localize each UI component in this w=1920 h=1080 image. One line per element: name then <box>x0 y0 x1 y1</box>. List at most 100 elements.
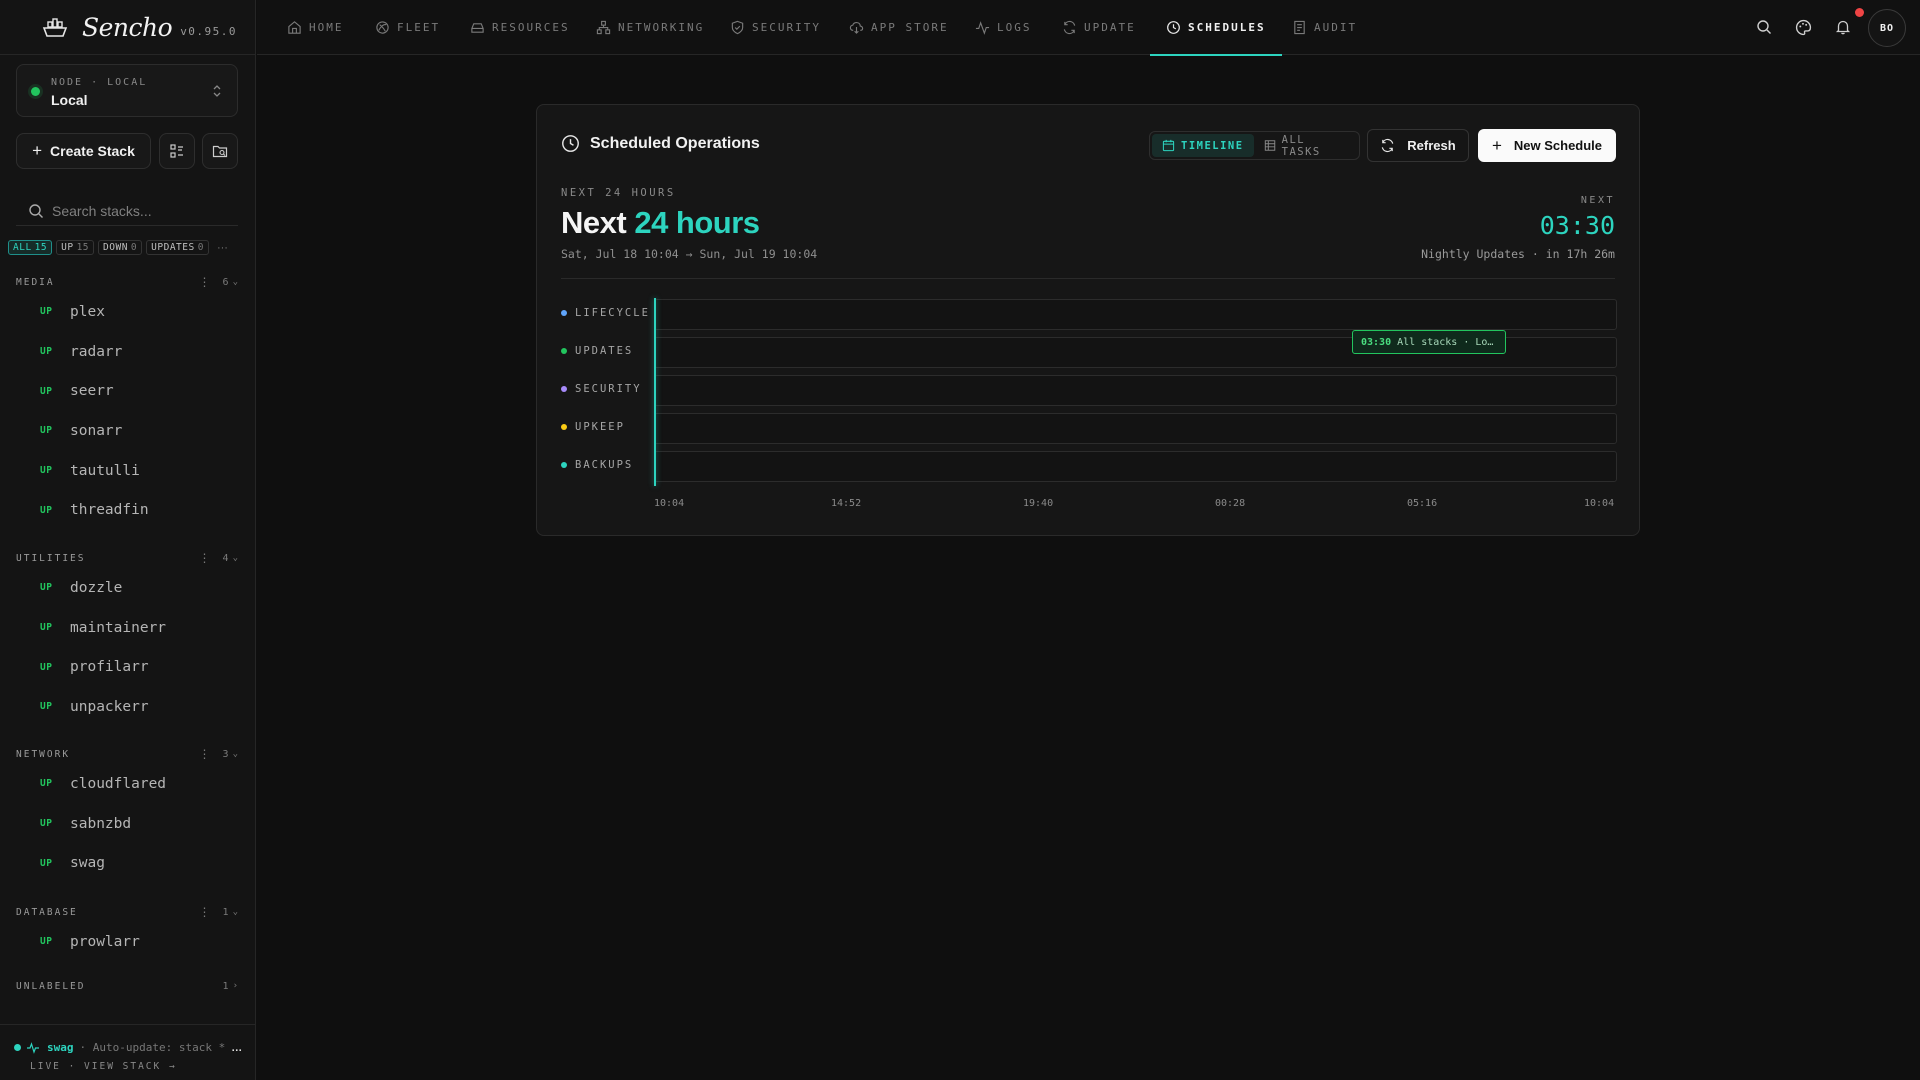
group-count: 6 <box>222 276 229 288</box>
refresh-icon <box>1382 138 1394 153</box>
group-database: DATABASE ⋮ 1 ⌄ UP prowlarr <box>0 902 256 962</box>
global-search-button[interactable] <box>1754 17 1774 37</box>
lane-dot <box>561 310 567 316</box>
bulk-view-button[interactable] <box>159 133 195 169</box>
group-header[interactable]: MEDIA ⋮ 6 ⌄ <box>0 272 256 292</box>
theme-button[interactable] <box>1793 17 1813 37</box>
new-schedule-button[interactable]: + New Schedule <box>1478 129 1616 162</box>
app-version: v0.95.0 <box>180 24 238 38</box>
nav-app-store[interactable]: APP STORE <box>849 0 949 55</box>
nav-audit[interactable]: AUDIT <box>1292 0 1357 55</box>
filter-count: 0 <box>197 242 204 253</box>
timeline-tab[interactable]: TIMELINE <box>1152 134 1254 157</box>
stack-name: sabnzbd <box>70 815 132 832</box>
filter-up[interactable]: UP 15 <box>56 240 95 255</box>
logo-icon <box>40 15 70 39</box>
refresh-button[interactable]: Refresh <box>1367 129 1469 162</box>
create-stack-label: Create Stack <box>50 143 135 159</box>
stack-item[interactable]: UP tautulli <box>0 451 256 491</box>
node-selector[interactable]: NODE · LOCAL Local <box>16 64 238 117</box>
lane-security[interactable] <box>654 375 1617 406</box>
lane-upkeep[interactable] <box>654 413 1617 444</box>
filter-all[interactable]: ALL 15 <box>8 240 53 255</box>
nav-home[interactable]: HOME <box>287 0 344 55</box>
headline-accent: 24 hours <box>634 205 760 240</box>
nav-logs[interactable]: LOGS <box>975 0 1032 55</box>
new-schedule-label: New Schedule <box>1513 138 1603 153</box>
chevron-down-icon[interactable]: ⌄ <box>233 749 240 759</box>
nav-update[interactable]: UPDATE <box>1062 0 1136 55</box>
filter-updates[interactable]: UPDATES 0 <box>146 240 209 255</box>
nav-schedules[interactable]: SCHEDULES <box>1150 0 1282 56</box>
stack-name: threadfin <box>70 502 149 519</box>
create-stack-button[interactable]: + Create Stack <box>16 133 151 169</box>
palette-icon <box>1795 19 1811 35</box>
kebab-icon[interactable]: ⋮ <box>199 275 213 289</box>
group-name: MEDIA <box>16 276 55 288</box>
nav-networking[interactable]: NETWORKING <box>596 0 704 55</box>
nav-label: SCHEDULES <box>1188 21 1266 34</box>
stack-status: UP <box>40 622 53 634</box>
stack-status: UP <box>40 425 53 437</box>
all-tasks-tab[interactable]: ALL TASKS <box>1254 134 1357 158</box>
scan-folder-button[interactable] <box>202 133 238 169</box>
stack-item[interactable]: UP prowlarr <box>0 922 256 962</box>
stack-item[interactable]: UP swag <box>0 843 256 883</box>
nav-label: SECURITY <box>752 21 821 34</box>
live-stack-name[interactable]: swag <box>47 1041 74 1054</box>
stack-item[interactable]: UP dozzle <box>0 568 256 608</box>
home-icon <box>288 21 301 34</box>
lane-label-security: SECURITY <box>561 383 642 395</box>
stack-item[interactable]: UP sabnzbd <box>0 804 256 844</box>
stack-item[interactable]: UP threadfin <box>0 490 256 530</box>
nav-resources[interactable]: RESOURCES <box>470 0 570 55</box>
kebab-icon[interactable]: ⋮ <box>199 905 213 919</box>
stack-name: profilarr <box>70 659 149 676</box>
group-header[interactable]: UNLABELED 1 › <box>0 976 256 996</box>
view-stack-link[interactable]: LIVE · VIEW STACK → <box>30 1061 177 1072</box>
chevron-down-icon[interactable]: ⌄ <box>233 907 240 917</box>
stack-status: UP <box>40 465 53 477</box>
nav-label: AUDIT <box>1314 21 1358 34</box>
user-avatar[interactable]: BO <box>1868 9 1906 47</box>
schedule-event[interactable]: 03:30 All stacks · Lo… <box>1352 330 1506 354</box>
cloud-download-icon <box>849 22 864 34</box>
filter-label: DOWN <box>103 242 128 253</box>
brand[interactable]: Sencho v0.95.0 <box>0 0 255 55</box>
stack-item[interactable]: UP unpackerr <box>0 687 256 727</box>
nav-security[interactable]: SECURITY <box>730 0 821 55</box>
lane-lifecycle[interactable] <box>654 299 1617 330</box>
more-filters-button[interactable]: ··· <box>217 242 228 254</box>
notifications-button[interactable] <box>1833 17 1853 37</box>
stack-item[interactable]: UP radarr <box>0 332 256 372</box>
time-tick: 00:28 <box>1215 498 1246 509</box>
nav-label: HOME <box>309 21 344 34</box>
stack-item[interactable]: UP sonarr <box>0 411 256 451</box>
window-range: Sat, Jul 18 10:04 → Sun, Jul 19 10:04 <box>561 247 818 261</box>
kebab-icon[interactable]: ⋮ <box>199 551 213 565</box>
group-header[interactable]: NETWORK ⋮ 3 ⌄ <box>0 744 256 764</box>
stack-item[interactable]: UP maintainerr <box>0 608 256 648</box>
lane-backups[interactable] <box>654 451 1617 482</box>
filter-down[interactable]: DOWN 0 <box>98 240 143 255</box>
status-filters: ALL 15 UP 15 DOWN 0 UPDATES 0 ··· <box>8 240 228 255</box>
lane-label-text: UPKEEP <box>575 421 625 433</box>
stack-item[interactable]: UP seerr <box>0 371 256 411</box>
filter-count: 15 <box>34 242 48 253</box>
kebab-icon[interactable]: ⋮ <box>199 747 213 761</box>
group-header[interactable]: UTILITIES ⋮ 4 ⌄ <box>0 548 256 568</box>
stack-name: sonarr <box>70 422 123 439</box>
stack-item[interactable]: UP profilarr <box>0 647 256 687</box>
stack-item[interactable]: UP cloudflared <box>0 764 256 804</box>
search-input[interactable] <box>52 202 232 219</box>
stack-item[interactable]: UP plex <box>0 292 256 332</box>
chevron-down-icon[interactable]: ⌄ <box>233 553 240 563</box>
stack-search[interactable] <box>16 196 238 226</box>
stack-name: plex <box>70 303 105 320</box>
headline-prefix: Next <box>561 205 627 240</box>
chevron-right-icon[interactable]: › <box>233 981 240 991</box>
group-header[interactable]: DATABASE ⋮ 1 ⌄ <box>0 902 256 922</box>
live-activity-bar[interactable]: swag · Auto-update: stack * … LIVE · VIE… <box>0 1024 256 1080</box>
nav-fleet[interactable]: FLEET <box>375 0 440 55</box>
chevron-down-icon[interactable]: ⌄ <box>233 277 240 287</box>
